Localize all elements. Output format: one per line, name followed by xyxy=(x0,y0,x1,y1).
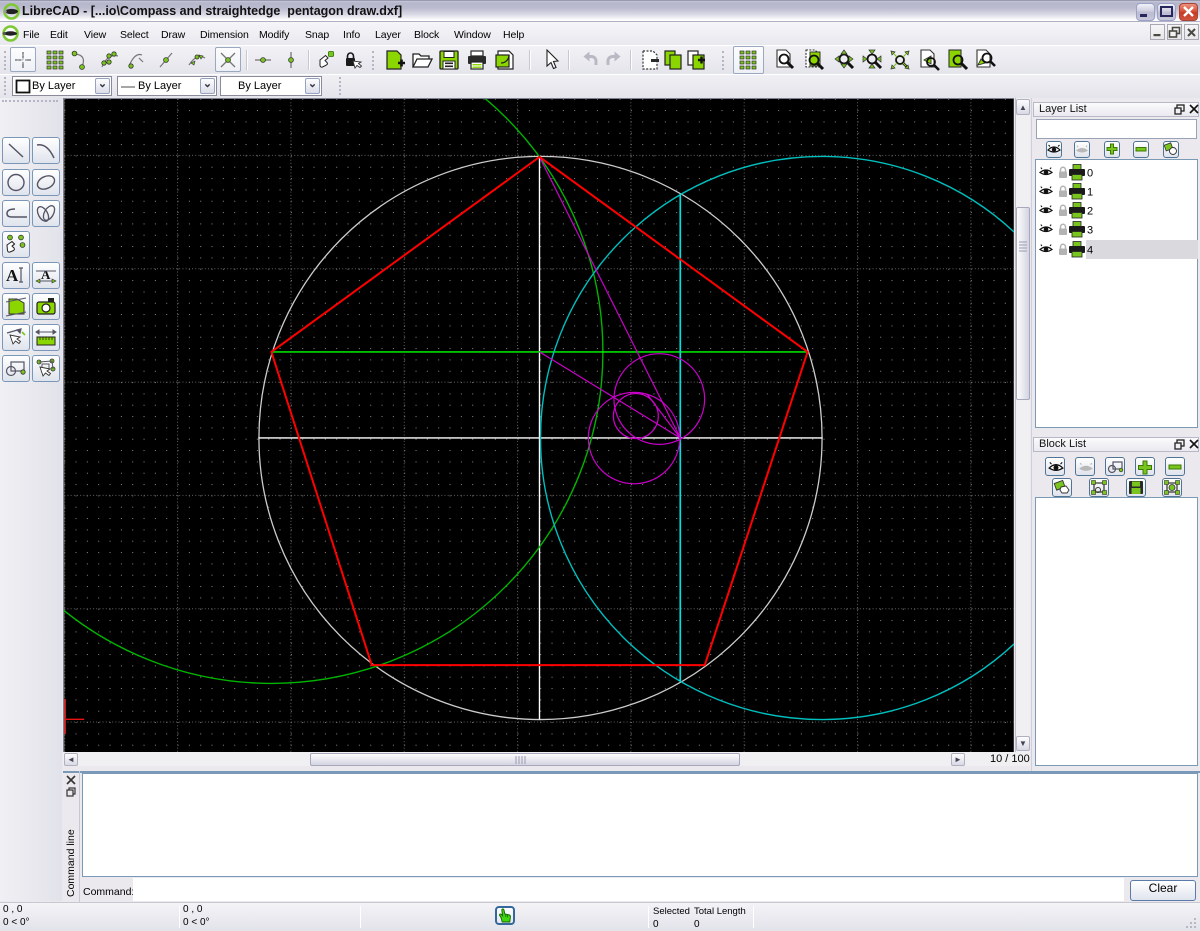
svg-text:2: 2 xyxy=(1087,206,1093,218)
svg-text:4: 4 xyxy=(1087,244,1093,256)
svg-text:A: A xyxy=(6,266,19,285)
svg-text:3: 3 xyxy=(1087,225,1093,237)
svg-text:1: 1 xyxy=(1087,186,1093,198)
svg-text:A: A xyxy=(41,267,51,282)
svg-text:0: 0 xyxy=(1087,167,1093,179)
